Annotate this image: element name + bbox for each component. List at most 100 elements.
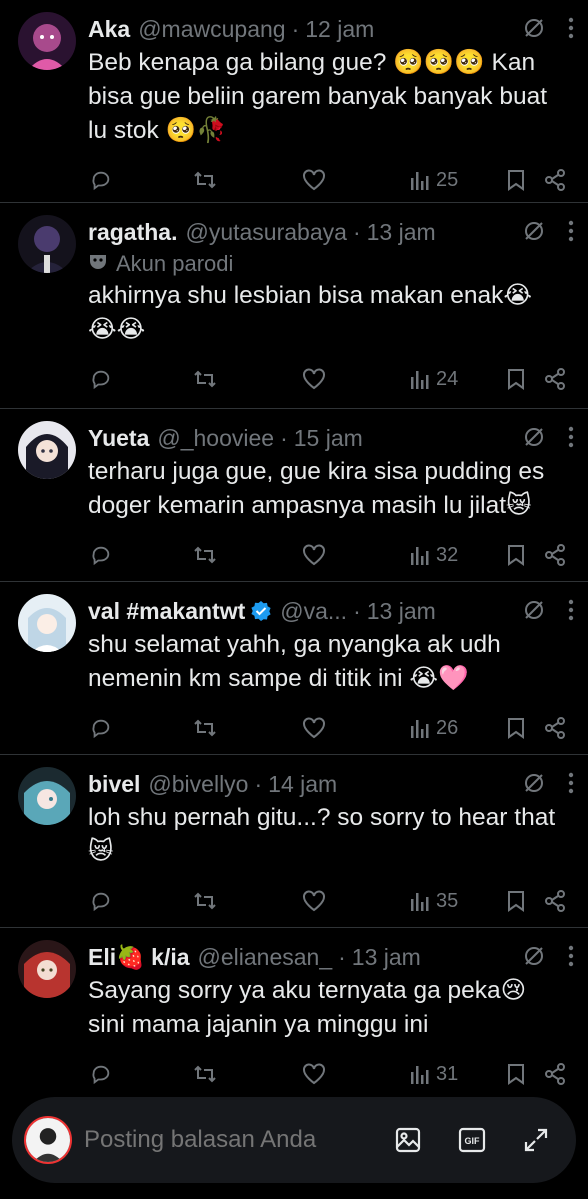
tweet-text: loh shu pernah gitu...? so sorry to hear…: [88, 804, 556, 865]
views-count: 31: [436, 1062, 459, 1085]
display-name[interactable]: val #makantwt: [88, 598, 245, 625]
share-button[interactable]: [544, 368, 566, 390]
views-button[interactable]: 32: [410, 544, 458, 567]
tweet[interactable]: Eli🍓 k/ia @elianesan_ · 13 jam Sayang so…: [0, 928, 588, 1098]
avatar[interactable]: [18, 12, 76, 70]
share-button[interactable]: [544, 890, 566, 912]
tweet[interactable]: val #makantwt @va... · 13 jam shu selama…: [0, 582, 588, 755]
views-button[interactable]: 24: [410, 368, 458, 391]
reply-button[interactable]: [90, 544, 112, 566]
share-button[interactable]: [544, 717, 566, 739]
bookmark-button[interactable]: [506, 169, 526, 191]
bookmark-button[interactable]: [506, 1063, 526, 1085]
retweet-button[interactable]: [193, 169, 217, 191]
user-handle[interactable]: @bivellyo: [148, 771, 248, 798]
user-avatar[interactable]: [24, 1116, 72, 1164]
reply-input[interactable]: [84, 1126, 394, 1154]
more-icon[interactable]: [568, 772, 574, 794]
timestamp[interactable]: 12 jam: [305, 16, 374, 43]
share-button[interactable]: [544, 544, 566, 566]
more-icon[interactable]: [568, 17, 574, 39]
reply-button[interactable]: [90, 169, 112, 191]
timestamp[interactable]: 13 jam: [352, 944, 421, 971]
grok-icon[interactable]: [522, 771, 546, 795]
user-handle[interactable]: @elianesan_: [198, 944, 333, 971]
parody-account-label: Akun parodi: [88, 249, 572, 279]
like-button[interactable]: [302, 1063, 326, 1085]
avatar[interactable]: [18, 421, 76, 479]
user-handle[interactable]: @_hooviee: [157, 425, 274, 452]
mask-icon: [88, 251, 108, 277]
like-button[interactable]: [302, 890, 326, 912]
display-name[interactable]: Aka: [88, 16, 130, 43]
grok-icon[interactable]: [522, 16, 546, 40]
user-handle[interactable]: @yutasurabaya: [185, 219, 346, 246]
more-icon[interactable]: [568, 599, 574, 621]
display-name[interactable]: Eli🍓 k/ia: [88, 944, 190, 971]
more-icon[interactable]: [568, 426, 574, 448]
retweet-button[interactable]: [193, 717, 217, 739]
user-handle[interactable]: @mawcupang: [138, 16, 285, 43]
like-button[interactable]: [302, 368, 326, 390]
expand-icon[interactable]: [522, 1126, 550, 1154]
timestamp[interactable]: 15 jam: [294, 425, 363, 452]
views-button[interactable]: 35: [410, 890, 458, 913]
grok-icon[interactable]: [522, 219, 546, 243]
avatar[interactable]: [18, 767, 76, 825]
separator-dot: ·: [338, 943, 346, 970]
views-button[interactable]: 31: [410, 1063, 458, 1086]
reply-button[interactable]: [90, 717, 112, 739]
display-name[interactable]: ragatha.: [88, 219, 177, 246]
tweet-header: Eli🍓 k/ia @elianesan_ · 13 jam: [88, 940, 572, 974]
views-button[interactable]: 26: [410, 717, 458, 740]
tweet[interactable]: Yueta @_hooviee · 15 jam terharu juga gu…: [0, 409, 588, 582]
share-button[interactable]: [544, 169, 566, 191]
timestamp[interactable]: 13 jam: [367, 219, 436, 246]
display-name[interactable]: Yueta: [88, 425, 149, 452]
tweet[interactable]: bivel @bivellyo · 14 jam loh shu pernah …: [0, 755, 588, 928]
grok-icon[interactable]: [522, 425, 546, 449]
timestamp[interactable]: 14 jam: [268, 771, 337, 798]
tweet[interactable]: Aka @mawcupang · 12 jam Beb kenapa ga bi…: [0, 0, 588, 203]
display-name[interactable]: bivel: [88, 771, 140, 798]
tweet-header-actions: [522, 598, 574, 622]
bookmark-button[interactable]: [506, 890, 526, 912]
reply-composer: GIF: [12, 1097, 576, 1183]
tweet-header-actions: [522, 16, 574, 40]
more-icon[interactable]: [568, 945, 574, 967]
tweet-text: terharu juga gue, gue kira sisa pudding …: [88, 458, 552, 519]
tweet[interactable]: ragatha. @yutasurabaya · 13 jam Akun par…: [0, 203, 588, 409]
user-handle[interactable]: @va...: [280, 598, 347, 625]
separator-dot: ·: [352, 218, 361, 245]
retweet-button[interactable]: [193, 890, 217, 912]
bookmark-button[interactable]: [506, 544, 526, 566]
reply-feed: Aka @mawcupang · 12 jam Beb kenapa ga bi…: [0, 0, 588, 1098]
bookmark-button[interactable]: [506, 717, 526, 739]
reply-button[interactable]: [90, 890, 112, 912]
avatar[interactable]: [18, 215, 76, 273]
bookmark-button[interactable]: [506, 368, 526, 390]
retweet-button[interactable]: [193, 544, 217, 566]
more-icon[interactable]: [568, 220, 574, 242]
avatar[interactable]: [18, 594, 76, 652]
like-button[interactable]: [302, 169, 326, 191]
svg-text:GIF: GIF: [465, 1136, 481, 1146]
like-button[interactable]: [302, 544, 326, 566]
tweet-actions: 35: [88, 869, 572, 933]
retweet-button[interactable]: [193, 368, 217, 390]
tweet-actions: 26: [88, 696, 572, 760]
retweet-button[interactable]: [193, 1063, 217, 1085]
reply-button[interactable]: [90, 1063, 112, 1085]
views-button[interactable]: 25: [410, 169, 458, 192]
timestamp[interactable]: 13 jam: [367, 598, 436, 625]
grok-icon[interactable]: [522, 598, 546, 622]
gif-icon[interactable]: GIF: [458, 1126, 486, 1154]
share-button[interactable]: [544, 1063, 566, 1085]
like-button[interactable]: [302, 717, 326, 739]
image-icon[interactable]: [394, 1126, 422, 1154]
reply-button[interactable]: [90, 368, 112, 390]
tweet-text: akhirnya shu lesbian bisa makan enak😭😭😭: [88, 282, 533, 343]
grok-icon[interactable]: [522, 944, 546, 968]
views-count: 35: [436, 889, 459, 912]
avatar[interactable]: [18, 940, 76, 998]
